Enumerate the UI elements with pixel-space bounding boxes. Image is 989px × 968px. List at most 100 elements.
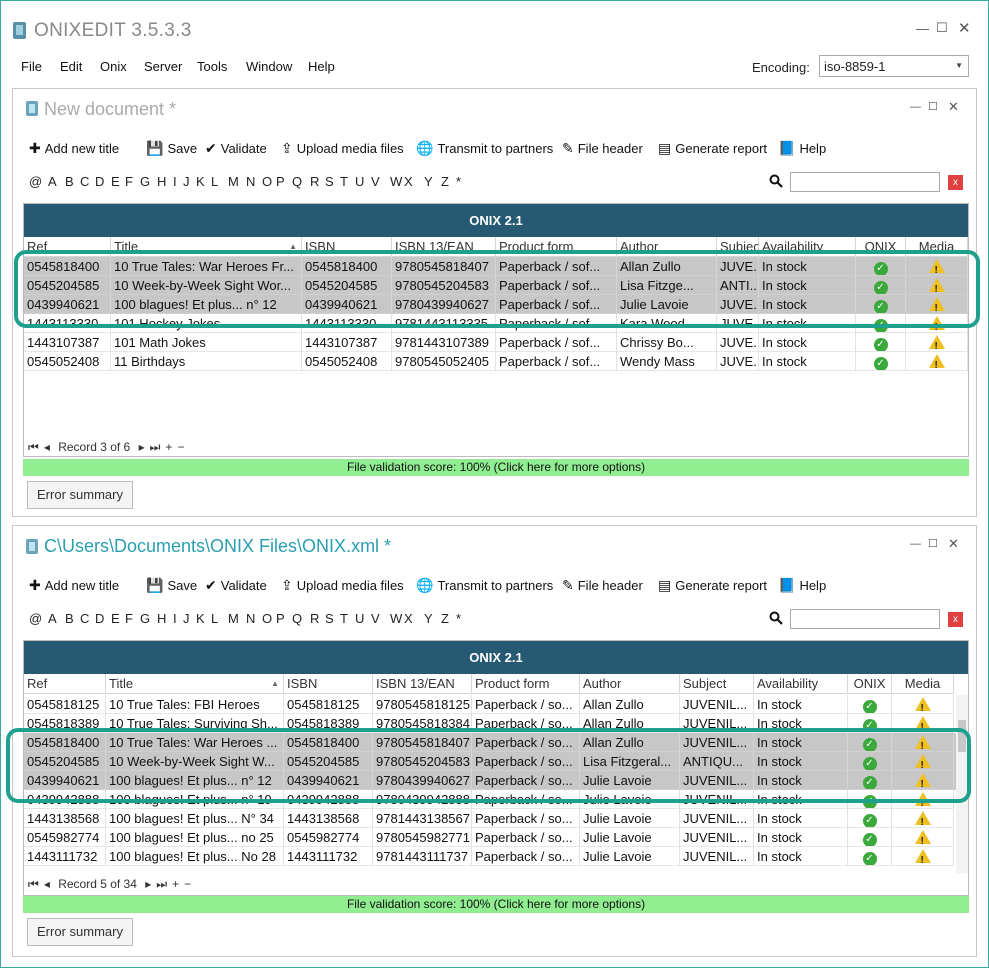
menu-window[interactable]: Window [246, 59, 292, 74]
alpha-filter-x[interactable]: X [404, 611, 413, 626]
alpha-filter-at[interactable]: @ [29, 174, 42, 189]
column-header-availability[interactable]: Availability [754, 674, 848, 694]
alpha-filter-z[interactable]: Z [441, 174, 449, 189]
alpha-filter-m[interactable]: M [228, 611, 239, 626]
alpha-filter-e[interactable]: E [111, 174, 120, 189]
doc-close-icon[interactable]: ✕ [948, 99, 959, 115]
doc-maximize-icon[interactable]: ☐ [928, 537, 938, 550]
alpha-filter-h[interactable]: H [157, 611, 166, 626]
alpha-filter-i[interactable]: I [173, 174, 177, 189]
table-row[interactable]: 0439942888 100 blagues! Et plus... n° 19 0… [24, 790, 968, 809]
table-row[interactable]: 1443113330 101 Hockey Jokes 1443113330 9781… [24, 314, 968, 333]
alpha-filter-v[interactable]: V [371, 611, 380, 626]
error-summary-button[interactable]: Error summary [27, 481, 133, 509]
alpha-filter-b[interactable]: B [65, 611, 74, 626]
maximize-icon[interactable]: ☐ [936, 20, 948, 36]
alpha-filter-g[interactable]: G [140, 611, 150, 626]
upload-media-button[interactable]: ⇪ Upload media files [281, 137, 404, 159]
last-record-icon[interactable]: ⏭ [156, 877, 167, 891]
alpha-filter-d[interactable]: D [95, 174, 104, 189]
alpha-filter-m[interactable]: M [228, 174, 239, 189]
doc-minimize-icon[interactable]: — [910, 101, 921, 113]
table-row[interactable]: 1443138568 100 blagues! Et plus... N° 34 1… [24, 809, 968, 828]
alpha-filter-q[interactable]: Q [292, 174, 302, 189]
table-row[interactable]: 0545204585 10 Week-by-Week Sight Wor... 05… [24, 276, 968, 295]
alpha-filter-c[interactable]: C [80, 611, 89, 626]
alpha-filter-at[interactable]: @ [29, 611, 42, 626]
search-input[interactable] [790, 609, 940, 629]
alpha-filter-j[interactable]: J [183, 611, 190, 626]
table-row[interactable]: 0545818400 10 True Tales: War Heroes Fr..… [24, 257, 968, 276]
column-header-isbn[interactable]: ISBN [302, 237, 392, 257]
table-row[interactable]: 1443107387 101 Math Jokes 1443107387 978144… [24, 333, 968, 352]
table-row[interactable]: 0545982774 100 blagues! Et plus... no 25 0… [24, 828, 968, 847]
first-record-icon[interactable]: ⏮ [28, 877, 39, 891]
validation-score-bar[interactable]: File validation score: 100% (Click here … [23, 459, 969, 476]
alpha-filter-q[interactable]: Q [292, 611, 302, 626]
validate-button[interactable]: ✔ Validate [205, 574, 267, 596]
menu-server[interactable]: Server [144, 59, 182, 74]
add-new-title-button[interactable]: ✚ Add new title [29, 137, 119, 159]
doc-maximize-icon[interactable]: ☐ [928, 100, 938, 113]
generate-report-button[interactable]: ▤ Generate report [658, 574, 767, 596]
search-icon[interactable] [769, 174, 783, 188]
alpha-filter-w[interactable]: W [390, 174, 402, 189]
help-button[interactable]: 📘 Help [778, 574, 826, 596]
add-new-title-button[interactable]: ✚ Add new title [29, 574, 119, 596]
remove-record-icon[interactable]: − [184, 877, 191, 891]
menu-edit[interactable]: Edit [60, 59, 82, 74]
search-input[interactable] [790, 172, 940, 192]
validation-score-bar[interactable]: File validation score: 100% (Click here … [23, 896, 969, 913]
alpha-filter-l[interactable]: L [211, 611, 218, 626]
alpha-filter-j[interactable]: J [183, 174, 190, 189]
alpha-filter-x[interactable]: X [404, 174, 413, 189]
alpha-filter-t[interactable]: T [340, 611, 348, 626]
menu-help[interactable]: Help [308, 59, 335, 74]
next-record-icon[interactable]: ▸ [145, 877, 151, 891]
save-button[interactable]: 💾 Save [146, 137, 197, 159]
column-header-product-form[interactable]: Product form [496, 237, 617, 257]
table-row[interactable]: 0545818125 10 True Tales: FBI Heroes 05458… [24, 695, 968, 714]
column-header-availability[interactable]: Availability [759, 237, 856, 257]
file-header-button[interactable]: ✎ File header [562, 137, 643, 159]
column-header-title[interactable]: Title ▲ [106, 674, 284, 694]
column-header-subject[interactable]: Subject [680, 674, 754, 694]
alpha-filter-n[interactable]: N [246, 174, 255, 189]
alpha-filter-all[interactable]: * [456, 174, 461, 189]
table-row[interactable]: 1443111732 100 blagues! Et plus... No 28 1… [24, 847, 968, 866]
alpha-filter-u[interactable]: U [355, 174, 364, 189]
column-header-subject[interactable]: Subject [717, 237, 759, 257]
alpha-filter-i[interactable]: I [173, 611, 177, 626]
column-header-ref[interactable]: Ref [24, 237, 111, 257]
column-header-ref[interactable]: Ref [24, 674, 106, 694]
alpha-filter-p[interactable]: P [276, 174, 285, 189]
column-header-author[interactable]: Author [580, 674, 680, 694]
column-header-title[interactable]: Title ▲ [111, 237, 302, 257]
menu-onix[interactable]: Onix [100, 59, 127, 74]
alpha-filter-c[interactable]: C [80, 174, 89, 189]
alpha-filter-v[interactable]: V [371, 174, 380, 189]
column-header-media[interactable]: Media [906, 237, 968, 257]
add-record-icon[interactable]: + [165, 440, 172, 454]
validate-button[interactable]: ✔ Validate [205, 137, 267, 159]
alpha-filter-n[interactable]: N [246, 611, 255, 626]
doc-minimize-icon[interactable]: — [910, 538, 921, 550]
alpha-filter-e[interactable]: E [111, 611, 120, 626]
alpha-filter-r[interactable]: R [310, 174, 319, 189]
clear-search-button[interactable]: x [948, 175, 963, 190]
add-record-icon[interactable]: + [172, 877, 179, 891]
file-header-button[interactable]: ✎ File header [562, 574, 643, 596]
doc-close-icon[interactable]: ✕ [948, 536, 959, 552]
column-header-onix[interactable]: ONIX [848, 674, 892, 694]
alpha-filter-h[interactable]: H [157, 174, 166, 189]
column-header-isbn-13-ean[interactable]: ISBN 13/EAN [373, 674, 472, 694]
alpha-filter-all[interactable]: * [456, 611, 461, 626]
alpha-filter-w[interactable]: W [390, 611, 402, 626]
transmit-button[interactable]: 🌐 Transmit to partners [416, 574, 553, 596]
alpha-filter-d[interactable]: D [95, 611, 104, 626]
table-row[interactable]: 0545204585 10 Week-by-Week Sight W... 0545… [24, 752, 968, 771]
alpha-filter-s[interactable]: S [325, 174, 334, 189]
alpha-filter-f[interactable]: F [125, 611, 133, 626]
prev-record-icon[interactable]: ◂ [44, 877, 50, 891]
alpha-filter-r[interactable]: R [310, 611, 319, 626]
